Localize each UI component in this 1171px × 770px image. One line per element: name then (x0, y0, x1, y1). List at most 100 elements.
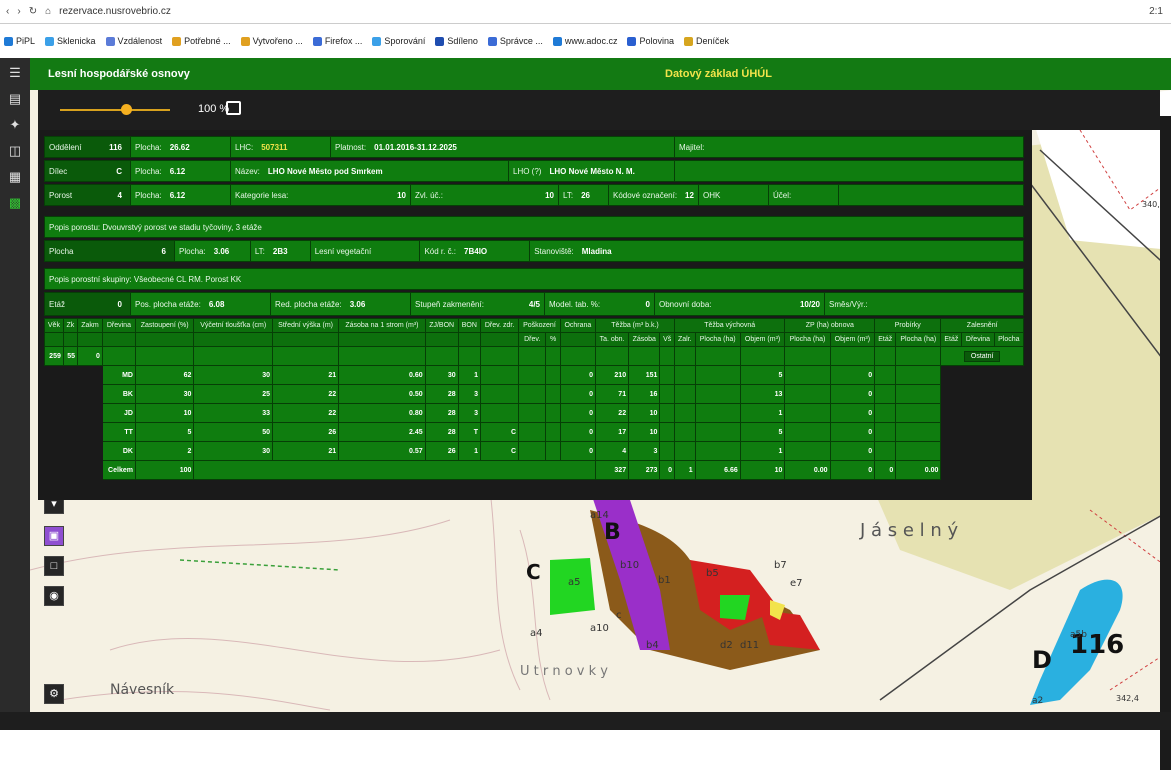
bookmark-favicon-icon (627, 36, 637, 46)
table-cell (874, 441, 897, 461)
dilec-label: Dílec (49, 166, 68, 176)
table-cell (659, 365, 676, 385)
table-cell (874, 384, 897, 404)
ohk-label: OHK (703, 190, 721, 200)
bookmark-item[interactable]: Polovina (627, 36, 674, 46)
etaz-label: Etáž (49, 299, 66, 309)
vyska-cell: 21 (271, 441, 340, 461)
bookmark-favicon-icon (487, 36, 497, 46)
table-cell (895, 346, 942, 366)
total-cell: 1 (674, 460, 696, 480)
pos-plocha-label: Pos. plocha etáže: (135, 299, 201, 309)
table-cell (674, 365, 696, 385)
kod-rc-value: 7B4IO (464, 246, 488, 256)
zp-cell: 0 (829, 365, 876, 385)
book-icon[interactable]: ▣ (44, 526, 64, 546)
table-cell (338, 346, 426, 366)
bookmark-favicon-icon (552, 36, 562, 46)
ochrana-cell: 0 (559, 441, 597, 461)
bookmark-label: Správce ... (499, 36, 543, 46)
zj-cell: 26 (424, 441, 459, 461)
poskozeni-cell (518, 422, 547, 442)
tloustka-cell: 30 (193, 441, 273, 461)
list-icon[interactable]: ▤ (7, 92, 23, 106)
dz-cell: C (479, 422, 520, 442)
comment-icon[interactable] (226, 101, 241, 115)
bookmark-item[interactable]: Správce ... (487, 36, 543, 46)
bookmark-item[interactable]: Vzdálenost (105, 36, 162, 46)
dz-cell (479, 403, 520, 423)
model-tab-label: Model. tab. %: (549, 299, 601, 309)
popis-skupiny-text: Popis porostní skupiny: Všeobecné CL RM.… (49, 274, 242, 284)
menu-icon[interactable]: ☰ (7, 66, 23, 80)
bookmark-item[interactable]: Firefox ... (312, 36, 362, 46)
data-icon[interactable]: ▩ (7, 196, 23, 210)
table-icon[interactable]: ▦ (7, 170, 23, 184)
left-rail: ☰ ▤ ✦ ◫ ▦ ▩ (0, 58, 30, 712)
vychovna-cell: 1 (739, 441, 786, 461)
table-group-header: Zásoba na 1 strom (m³) (338, 318, 426, 333)
table-cell (784, 403, 831, 423)
table-row[interactable]: JD 10 33 22 0.80 28 3 0 22 10 1 0 (44, 403, 1025, 423)
square-icon[interactable]: □ (44, 556, 64, 576)
table-row[interactable]: TT 5 50 26 2.45 28 T C 0 17 10 5 0 (44, 422, 1025, 442)
bookmark-item[interactable]: www.adoc.cz (552, 36, 617, 46)
bookmark-item[interactable]: Sporování (372, 36, 425, 46)
table-sub-header: Dřevina (961, 332, 995, 347)
table-cell (694, 384, 741, 404)
settings-icon[interactable]: ⚙ (44, 684, 64, 704)
table-cell (784, 441, 831, 461)
bookmark-label: Vytvořeno ... (252, 36, 303, 46)
pos-plocha-value: 6.08 (208, 299, 225, 309)
table-sub-header: Objem (m³) (829, 332, 876, 347)
bookmark-item[interactable]: Vytvořeno ... (240, 36, 303, 46)
obnovni-doba-value: 10/20 (799, 299, 820, 309)
map-label-a14: a14 (590, 510, 609, 521)
blank-cell (993, 384, 1025, 404)
bookmark-item[interactable]: Potřebné ... (172, 36, 231, 46)
dilec-plocha-value: 6.12 (169, 166, 186, 176)
zoom-slider-knob[interactable] (121, 104, 132, 115)
obnovni-doba-label: Obnovní doba: (659, 299, 712, 309)
map-label-C: C (526, 560, 541, 584)
reload-icon[interactable]: ↻ (29, 6, 37, 17)
url-field[interactable]: rezervace.nusrovebrio.cz (59, 6, 171, 17)
blank-cell (77, 384, 103, 404)
ostatni-button[interactable]: Ostatní (963, 350, 1001, 362)
table-row[interactable]: MD 62 30 21 0.60 30 1 0 210 151 5 0 (44, 365, 1025, 385)
puzzle-icon[interactable]: ✦ (7, 118, 23, 132)
table-sub-header (62, 332, 79, 347)
bookmark-item[interactable]: PiPL (4, 36, 35, 46)
tezba-zasoba-cell: 10 (628, 403, 661, 423)
table-cell (479, 346, 520, 366)
table-sub-header: Etáž (874, 332, 897, 347)
table-cell (659, 384, 676, 404)
dilec-value: C (116, 166, 122, 176)
blank-cell (77, 460, 103, 480)
app-title: Lesní hospodářské osnovy (48, 68, 190, 80)
red-plocha-value: 3.06 (349, 299, 366, 309)
home-icon[interactable]: ⌂ (45, 6, 51, 17)
zoom-slider-track[interactable] (60, 109, 170, 111)
table-row[interactable]: DK 2 30 21 0.57 26 1 C 0 4 3 1 0 (44, 441, 1025, 461)
table-cell (193, 346, 273, 366)
blank-cell (993, 460, 1025, 480)
total-cell: 0.00 (784, 460, 831, 480)
table-sub-header (101, 332, 136, 347)
bookmark-item[interactable]: Sklenicka (45, 36, 96, 46)
bookmark-item[interactable]: Deníček (683, 36, 729, 46)
back-icon[interactable]: ‹ (6, 6, 9, 17)
zakmeneni-label: Stupeň zakmenění: (415, 299, 484, 309)
tezba-cell: 210 (594, 365, 630, 385)
blank-cell (961, 422, 995, 442)
forward-icon[interactable]: › (17, 6, 20, 17)
table-cell (694, 403, 741, 423)
layers-icon[interactable]: ◫ (7, 144, 23, 158)
bookmark-item[interactable]: Sdíleno (435, 36, 478, 46)
bookmark-label: Polovina (639, 36, 674, 46)
location-pin-icon[interactable]: ◉ (44, 586, 64, 606)
table-cell (457, 346, 482, 366)
tezba-zasoba-cell: 10 (628, 422, 661, 442)
table-row[interactable]: BK 30 25 22 0.50 28 3 0 71 16 13 0 (44, 384, 1025, 404)
table-cell (874, 365, 897, 385)
